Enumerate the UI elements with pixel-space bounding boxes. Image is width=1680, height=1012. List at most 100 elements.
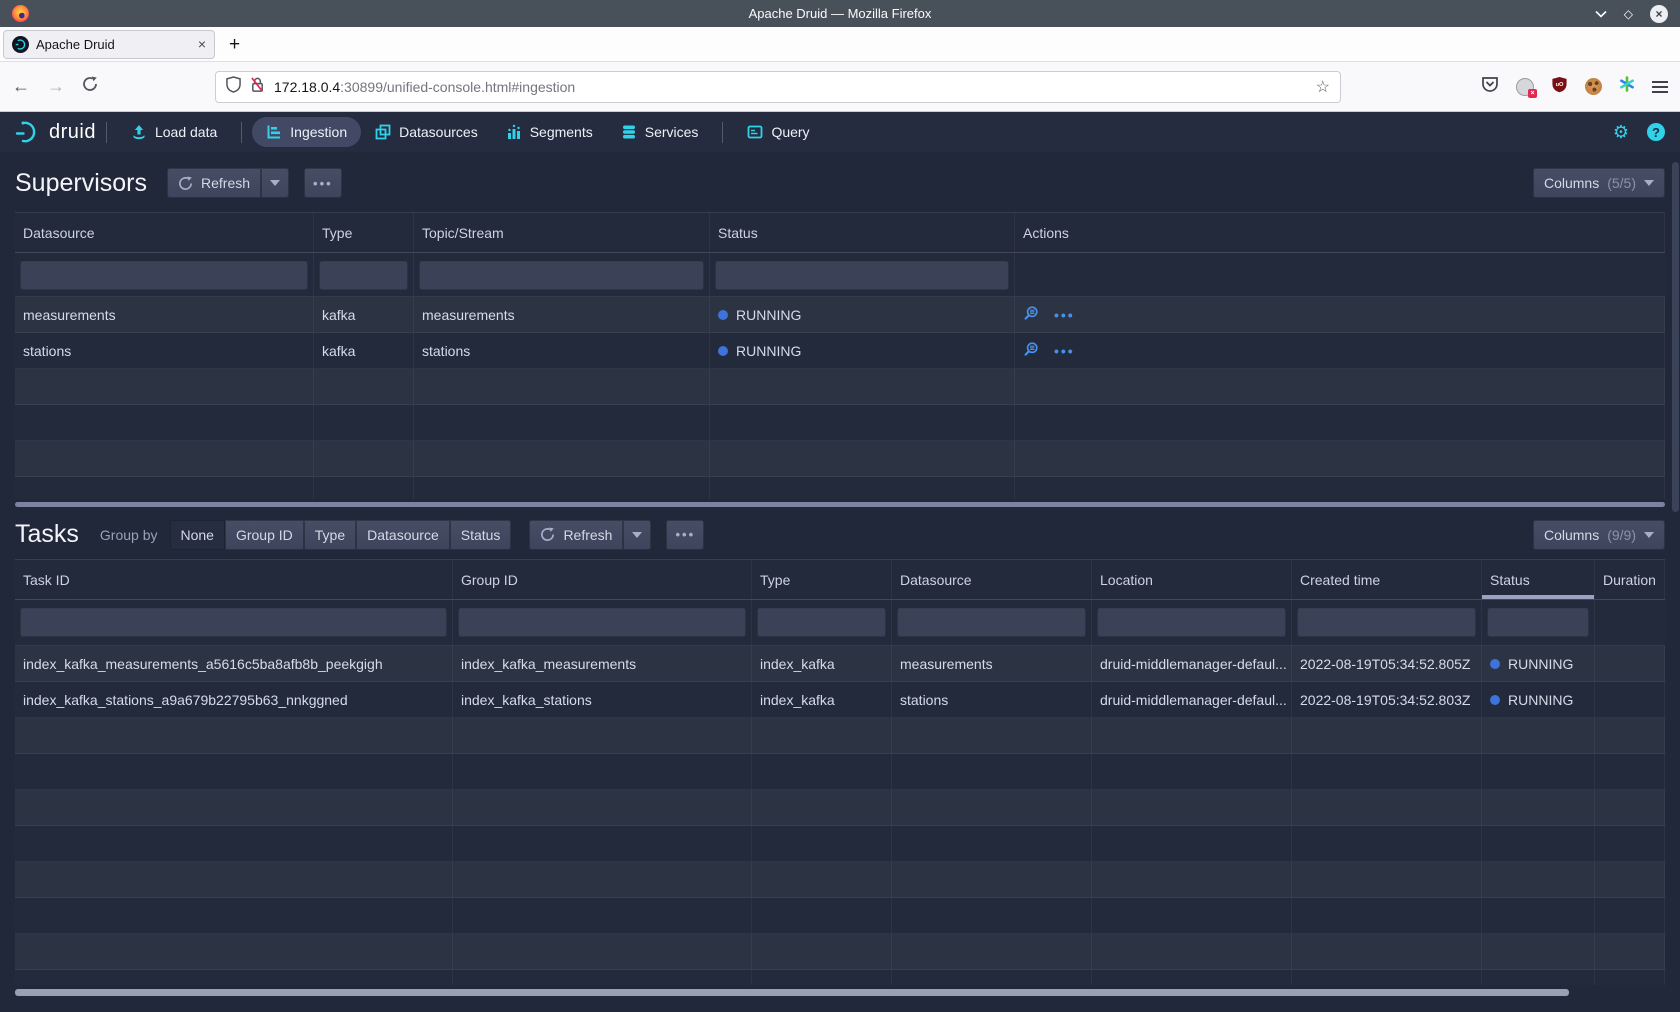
- filter-datasource-input[interactable]: [20, 260, 308, 290]
- nav-item-datasources[interactable]: Datasources: [361, 117, 492, 147]
- column-header-location[interactable]: Location: [1092, 560, 1292, 599]
- filter-status-input[interactable]: [1487, 607, 1589, 637]
- table-cell-empty: [15, 934, 453, 969]
- supervisors-columns-button[interactable]: Columns (5/5): [1533, 168, 1665, 198]
- nav-item-label: Query: [771, 124, 809, 140]
- window-maximize-button[interactable]: ◇: [1624, 8, 1633, 20]
- supervisors-more-button[interactable]: •••: [304, 168, 342, 198]
- group-by-status-button[interactable]: Status: [450, 520, 512, 550]
- row-more-actions-icon[interactable]: •••: [1054, 343, 1075, 359]
- column-header-task-id[interactable]: Task ID: [15, 560, 453, 599]
- cell-status: RUNNING: [710, 297, 1015, 332]
- cell-datasource: measurements: [15, 297, 314, 332]
- group-by-none-button[interactable]: None: [170, 520, 225, 550]
- cell-datasource: stations: [15, 333, 314, 368]
- column-header-topic-stream[interactable]: Topic/Stream: [414, 213, 710, 252]
- druid-logo[interactable]: druid: [15, 120, 96, 144]
- table-cell-empty: [1292, 718, 1482, 753]
- svg-text:uO: uO: [1556, 81, 1564, 87]
- group-by-group-id-button[interactable]: Group ID: [225, 520, 304, 550]
- table-cell-empty: [710, 369, 1015, 404]
- filter-group-id-input[interactable]: [458, 607, 746, 637]
- table-cell-empty: [1595, 862, 1665, 897]
- nav-item-query[interactable]: Query: [733, 117, 823, 147]
- insecure-lock-icon[interactable]: [250, 76, 265, 98]
- filter-type-input[interactable]: [319, 260, 408, 290]
- window-close-button[interactable]: ×: [1650, 5, 1668, 23]
- filter-type-input[interactable]: [757, 607, 886, 637]
- column-header-datasource[interactable]: Datasource: [892, 560, 1092, 599]
- ublock-icon[interactable]: uO: [1551, 76, 1568, 98]
- view-details-icon[interactable]: [1023, 341, 1040, 361]
- filter-status-input[interactable]: [715, 260, 1009, 290]
- table-cell-empty: [752, 898, 892, 933]
- table-cell-empty: [1482, 898, 1595, 933]
- column-header-duration[interactable]: Duration: [1595, 560, 1665, 599]
- asterisk-extension-icon[interactable]: [1619, 76, 1635, 97]
- supervisors-refresh-button[interactable]: Refresh: [167, 168, 261, 198]
- filter-task-id-input[interactable]: [20, 607, 447, 637]
- tasks-refresh-button[interactable]: Refresh: [529, 520, 623, 550]
- supervisors-refresh-dropdown-button[interactable]: [261, 168, 289, 198]
- back-icon[interactable]: ←: [12, 76, 30, 97]
- tasks-filter-row: [15, 600, 1665, 646]
- table-cell-empty: [314, 477, 414, 499]
- column-header-type[interactable]: Type: [752, 560, 892, 599]
- row-more-actions-icon[interactable]: •••: [1054, 307, 1075, 323]
- column-header-datasource[interactable]: Datasource: [15, 213, 314, 252]
- column-header-type[interactable]: Type: [314, 213, 414, 252]
- table-row: index_kafka_stations_a9a679b22795b63_nnk…: [15, 682, 1665, 718]
- settings-gear-icon[interactable]: ⚙: [1613, 123, 1629, 141]
- filter-topic-stream-input[interactable]: [419, 260, 704, 290]
- url-bar[interactable]: 172.18.0.4:30899/unified-console.html#in…: [215, 71, 1341, 103]
- column-header-group-id[interactable]: Group ID: [453, 560, 752, 599]
- nav-item-services[interactable]: Services: [607, 117, 713, 147]
- shield-icon[interactable]: [226, 76, 241, 98]
- menu-icon[interactable]: [1652, 81, 1668, 93]
- group-by-datasource-button[interactable]: Datasource: [356, 520, 450, 550]
- table-cell-empty: [1482, 718, 1595, 753]
- new-tab-button[interactable]: +: [229, 35, 240, 54]
- filter-location-input[interactable]: [1097, 607, 1286, 637]
- forward-icon[interactable]: →: [47, 76, 65, 97]
- table-cell-empty: [414, 441, 710, 476]
- column-header-status-sorted[interactable]: Status: [1482, 560, 1595, 599]
- reload-icon[interactable]: [82, 76, 98, 97]
- filter-created-time-input[interactable]: [1297, 607, 1476, 637]
- tasks-columns-button[interactable]: Columns (9/9): [1533, 520, 1665, 550]
- bookmark-star-icon[interactable]: ☆: [1316, 77, 1330, 97]
- nav-item-load-data[interactable]: Load data: [117, 117, 231, 147]
- table-cell-empty: [15, 826, 453, 861]
- group-by-type-button[interactable]: Type: [304, 520, 356, 550]
- tasks-refresh-dropdown-button[interactable]: [623, 520, 651, 550]
- pocket-icon[interactable]: [1481, 76, 1499, 98]
- column-header-status[interactable]: Status: [710, 213, 1015, 252]
- browser-tab[interactable]: Apache Druid ×: [3, 30, 215, 59]
- filter-datasource-input[interactable]: [897, 607, 1086, 637]
- nav-item-ingestion[interactable]: Ingestion: [252, 117, 361, 147]
- help-icon[interactable]: ?: [1647, 123, 1665, 141]
- supervisors-horizontal-scrollbar[interactable]: [15, 502, 1665, 507]
- nav-item-segments[interactable]: Segments: [492, 117, 607, 147]
- tab-close-icon[interactable]: ×: [198, 36, 206, 52]
- table-cell-empty: [1292, 826, 1482, 861]
- refresh-icon: [540, 527, 555, 542]
- extension-icon[interactable]: ×: [1516, 78, 1534, 96]
- table-cell-empty: [15, 718, 453, 753]
- view-details-icon[interactable]: [1023, 305, 1040, 325]
- table-cell-empty: [15, 405, 314, 440]
- tasks-horizontal-scrollbar[interactable]: [15, 989, 1569, 996]
- table-row-empty: [15, 369, 1665, 405]
- column-header-created-time[interactable]: Created time: [1292, 560, 1482, 599]
- cookie-extension-icon[interactable]: [1585, 78, 1602, 95]
- window-minimize-button[interactable]: [1595, 8, 1607, 20]
- table-cell-empty: [1292, 970, 1482, 985]
- page-vertical-scrollbar[interactable]: [1672, 162, 1679, 512]
- table-cell-empty: [414, 477, 710, 499]
- table-cell-empty: [1015, 369, 1665, 404]
- tasks-more-button[interactable]: •••: [666, 520, 704, 550]
- table-row-empty: [15, 441, 1665, 477]
- table-cell-empty: [710, 405, 1015, 440]
- table-cell-empty: [15, 754, 453, 789]
- table-cell-empty: [892, 862, 1092, 897]
